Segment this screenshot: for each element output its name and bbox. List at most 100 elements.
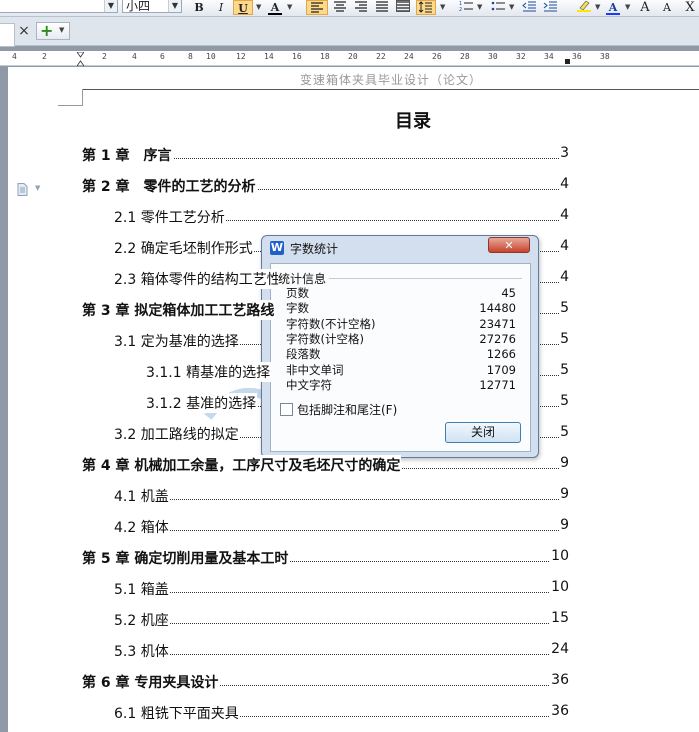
stat-value: 12771 [479,377,516,392]
chevron-down-icon[interactable]: ▼ [104,0,117,12]
distribute-button[interactable] [395,0,411,15]
new-tab-button[interactable]: + ▼ [36,21,70,40]
font-name-select[interactable]: ▼ [0,0,118,13]
toc-entry-label: 第 2 章 零件的工艺的分析 [82,176,257,196]
toc-entry[interactable]: 5.1 箱盖 10 [8,579,699,599]
toc-entry-label: 3.1.1 精基准的选择 [146,362,272,382]
toc-page-number: 9 [559,517,569,533]
toc-entry[interactable]: 5.3 机体 24 [8,641,699,661]
ruler-tick-label: 22 [376,52,386,61]
toc-entry[interactable]: 5.2 机座 15 [8,610,699,630]
chevron-down-icon[interactable]: ▼ [440,0,445,14]
toc-entry-label: 3.1 定为基准的选择 [114,331,240,351]
chevron-down-icon[interactable]: ▼ [477,0,482,14]
plus-icon: + [40,21,54,40]
document-tab[interactable] [0,23,15,47]
include-footnotes-checkbox[interactable] [280,403,293,416]
grow-font-button[interactable]: A [637,0,653,15]
clear-format-button[interactable]: X [682,0,698,15]
toc-entry[interactable]: 第 2 章 零件的工艺的分析 4 [8,176,699,196]
chevron-down-icon[interactable]: ▼ [168,0,181,12]
toc-entry[interactable]: 第 1 章 序言 3 [8,145,699,165]
align-left-button[interactable] [306,0,328,15]
toc-page-number: 10 [550,548,569,564]
dialog-body: 统计信息 页数 45 字数 14480 字符数(不计空格) 23471 字符数(计空格) 27… [270,263,531,452]
include-footnotes-label[interactable]: 包括脚注和尾注(F) [297,401,397,418]
ruler-tick-label: 2 [102,52,107,61]
toc-entry[interactable]: 第 5 章 确定切削用量及基本工时 10 [8,548,699,568]
toc-page-number: 15 [550,610,569,626]
highlight-button[interactable] [576,0,592,15]
dialog-titlebar[interactable]: W 字数统计 ✕ [262,236,538,260]
toc-entry-label: 3.1.2 基准的选择 [146,393,258,413]
stat-label: 页数 [286,286,309,300]
toc-entry-label: 6.1 粗铣下平面夹具 [114,703,240,723]
toc-entry-label: 2.2 确定毛坯制作形式 [114,238,254,258]
toc-page-number: 5 [559,393,569,409]
ruler-tick-label: 26 [432,52,442,61]
toc-page-number: 4 [559,269,569,285]
align-right-icon [355,1,367,12]
stats-group-title: 统计信息 [278,270,330,287]
right-indent-marker-icon[interactable] [565,59,570,64]
toc-page-number: 9 [559,486,569,502]
line-spacing-icon [418,1,432,13]
page-header: 变速箱体夹具毕业设计（论文） [299,73,482,87]
dialog-close-button[interactable]: ✕ [488,237,530,253]
stat-label: 字数 [286,301,309,316]
stat-label: 字符数(计空格) [286,331,364,346]
stat-value: 45 [501,286,516,300]
indent-marker-icon[interactable] [76,51,85,67]
italic-button[interactable]: I [214,0,228,15]
line-spacing-button[interactable] [416,0,436,15]
shrink-font-button[interactable]: A [660,0,674,15]
close-tab-icon[interactable]: × [17,22,31,40]
toc-entry-label: 5.1 箱盖 [114,579,170,599]
font-color-button[interactable]: A [268,0,282,15]
chevron-down-icon[interactable]: ▼ [595,0,600,14]
bold-button[interactable]: B [192,0,206,15]
underline-button[interactable]: U [233,0,253,15]
font-size-value: 小四 [126,0,151,13]
font-size-select[interactable]: 小四 ▼ [122,0,182,13]
ruler-tick-label: 4 [12,52,17,61]
toc-entry-label: 4.2 箱体 [114,517,170,537]
align-right-button[interactable] [353,0,369,15]
ruler-tick-label: 14 [264,52,274,61]
stat-value: 23471 [479,316,516,331]
toc-page-number: 5 [559,300,569,316]
chevron-down-icon[interactable]: ▼ [256,0,261,14]
ruler-tick-label: 10 [206,52,216,61]
toc-entry-label: 3.2 加工路线的拟定 [114,424,240,444]
chevron-down-icon[interactable]: ▼ [287,0,292,14]
ruler-tick-label: 20 [348,52,358,61]
justify-button[interactable] [374,0,390,15]
justify-icon [376,1,388,12]
close-button[interactable]: 关闭 [445,422,521,443]
horizontal-ruler[interactable]: 4 2 2 4 6 8 10 12 14 16 18 20 22 24 26 28 30 32 34 36 38 [0,51,699,67]
stat-label: 段落数 [286,347,321,362]
toc-entry-label: 第 6 章 专用夹具设计 [82,672,220,692]
text-color-button[interactable]: A [606,0,620,15]
distribute-icon [396,0,410,12]
toc-entry[interactable]: 第 4 章 机械加工余量，工序尺寸及毛坯尺寸的确定 9 [8,455,699,475]
toc-page-number: 4 [559,176,569,192]
toc-entry-label: 第 4 章 机械加工余量，工序尺寸及毛坯尺寸的确定 [82,455,402,475]
toc-entry[interactable]: 第 6 章 专用夹具设计 36 [8,672,699,692]
ruler-tick-label: 6 [160,52,165,61]
ruler-tick-label: 18 [320,52,330,61]
toc-entry[interactable]: 4.1 机盖 9 [8,486,699,506]
bullets-button[interactable] [490,0,506,15]
align-center-button[interactable] [332,0,348,15]
chevron-down-icon[interactable]: ▼ [59,26,64,34]
chevron-down-icon[interactable]: ▼ [509,0,514,14]
word-count-dialog: W 字数统计 ✕ 统计信息 页数 45 字数 14480 字符数(不计空格) 23471 字… [261,235,539,458]
chevron-down-icon[interactable]: ▼ [625,0,630,14]
numbering-button[interactable]: 12 [458,0,474,15]
decrease-indent-button[interactable] [521,0,537,15]
toc-entry[interactable]: 6.1 粗铣下平面夹具 36 [8,703,699,723]
toc-entry[interactable]: 2.1 零件工艺分析 4 [8,207,699,227]
toc-entry-label: 2.3 箱体零件的结构工艺性 [114,269,282,289]
increase-indent-button[interactable] [542,0,558,15]
toc-entry[interactable]: 4.2 箱体 9 [8,517,699,537]
